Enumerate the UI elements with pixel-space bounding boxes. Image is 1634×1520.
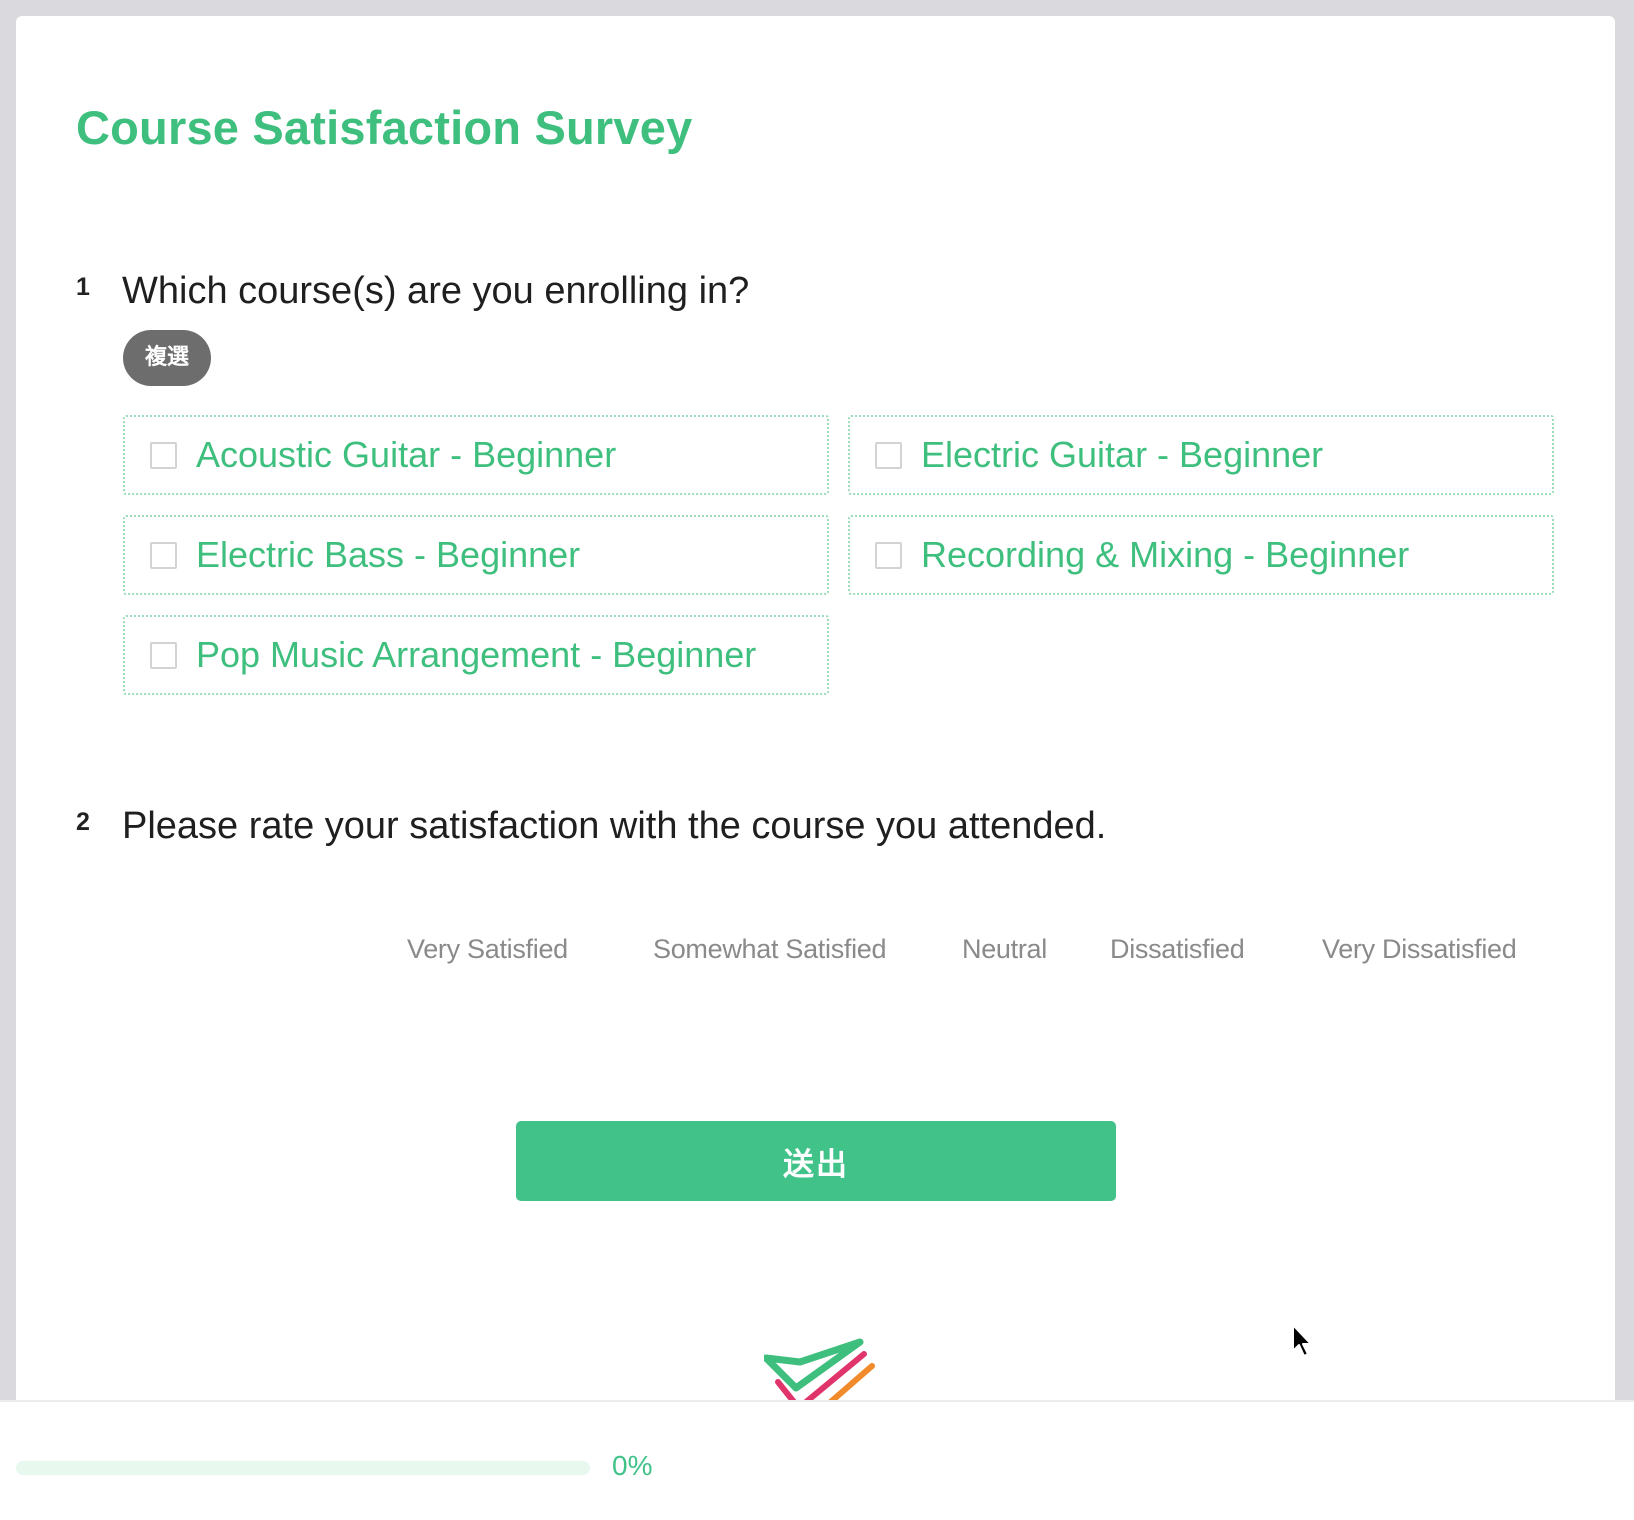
survey-title: Course Satisfaction Survey bbox=[76, 101, 693, 154]
scale-label-very-dissatisfied: Very Dissatisfied bbox=[1322, 934, 1517, 964]
question-1-text: Which course(s) are you enrolling in? bbox=[122, 270, 750, 312]
submit-button[interactable]: 送出 bbox=[516, 1121, 1116, 1201]
survey-page: Course Satisfaction Survey 1 Which cours… bbox=[16, 16, 1615, 1520]
option-electric-bass[interactable]: Electric Bass - Beginner bbox=[123, 515, 829, 595]
option-pop-music-arrangement[interactable]: Pop Music Arrangement - Beginner bbox=[123, 615, 829, 695]
multiple-choice-badge: 複選 bbox=[123, 330, 211, 386]
option-electric-guitar[interactable]: Electric Guitar - Beginner bbox=[848, 415, 1554, 495]
option-recording-mixing[interactable]: Recording & Mixing - Beginner bbox=[848, 515, 1554, 595]
question-2-text: Please rate your satisfaction with the c… bbox=[122, 805, 1107, 847]
mouse-pointer-icon bbox=[1291, 1323, 1315, 1364]
scale-label-somewhat-satisfied: Somewhat Satisfied bbox=[653, 934, 887, 964]
checkbox-icon[interactable] bbox=[875, 541, 902, 569]
progress-footer: 0% bbox=[0, 1400, 1634, 1520]
scale-label-neutral: Neutral bbox=[962, 934, 1047, 964]
checkbox-icon[interactable] bbox=[150, 441, 177, 469]
option-label: Recording & Mixing - Beginner bbox=[921, 534, 1410, 575]
checkbox-icon[interactable] bbox=[875, 441, 902, 469]
option-label: Acoustic Guitar - Beginner bbox=[196, 434, 617, 475]
checkbox-icon[interactable] bbox=[150, 541, 177, 569]
progress-percent: 0% bbox=[612, 1450, 653, 1481]
satisfaction-scale-header: Very Satisfied Somewhat Satisfied Neutra… bbox=[16, 934, 1615, 974]
option-label: Electric Guitar - Beginner bbox=[921, 434, 1324, 475]
option-label: Electric Bass - Beginner bbox=[196, 534, 581, 575]
question-1-number: 1 bbox=[76, 273, 90, 301]
option-acoustic-guitar[interactable]: Acoustic Guitar - Beginner bbox=[123, 415, 829, 495]
checkbox-icon[interactable] bbox=[150, 641, 177, 669]
progress-track bbox=[16, 1461, 590, 1475]
option-label: Pop Music Arrangement - Beginner bbox=[196, 634, 757, 675]
scale-label-very-satisfied: Very Satisfied bbox=[407, 934, 568, 964]
course-options: Acoustic Guitar - Beginner Electric Guit… bbox=[123, 415, 1554, 695]
question-2-number: 2 bbox=[76, 808, 90, 836]
scale-label-dissatisfied: Dissatisfied bbox=[1110, 934, 1245, 964]
